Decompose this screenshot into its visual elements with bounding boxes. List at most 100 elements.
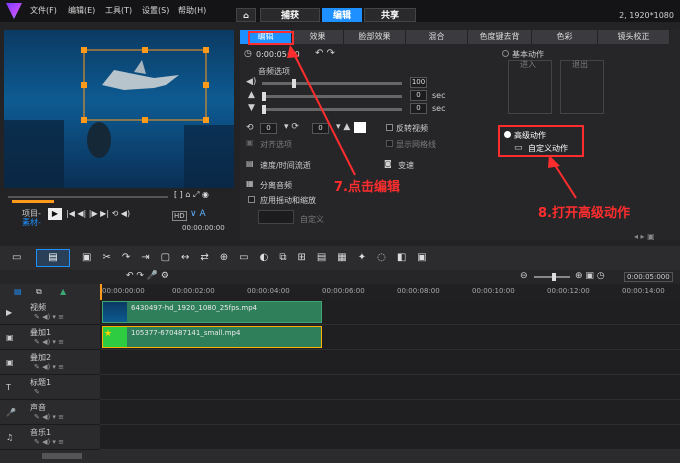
stepper-icon[interactable]: ▾ ⟳ bbox=[284, 122, 299, 132]
rotate-b-input[interactable]: 0 bbox=[312, 123, 329, 134]
trim-markers-icon[interactable]: [ ] ⌂ ⤢ ◉ bbox=[174, 190, 209, 200]
track-controls-icons[interactable]: ✎ ◀) ▾ ≡ bbox=[34, 338, 64, 346]
volume-input[interactable]: 100 bbox=[410, 77, 427, 88]
edit-tools-icons[interactable]: ▣✂↷⇥▢↔⇄⊕▭◐⧉⊞▤▦✦◌◧▣ bbox=[82, 252, 438, 263]
menu-edit[interactable]: 编辑(E) bbox=[68, 5, 95, 16]
trim-range[interactable] bbox=[12, 200, 54, 203]
opt-tab-effect[interactable]: 效果 bbox=[292, 30, 344, 44]
chapter-icon[interactable]: ▲ bbox=[60, 287, 66, 296]
scrub-bar[interactable] bbox=[8, 196, 168, 198]
track-head-overlay1[interactable]: ▣ 叠加1 ✎ ◀) ▾ ≡ bbox=[0, 325, 100, 350]
track-controls-icons[interactable]: ✎ ◀) ▾ ≡ bbox=[34, 313, 64, 321]
rotate-a-input[interactable]: 0 bbox=[260, 123, 277, 134]
track-head-title[interactable]: T 标题1 ✎ bbox=[0, 375, 100, 400]
pan-zoom-checkbox[interactable] bbox=[248, 196, 255, 203]
track-row-overlay1[interactable]: ★ 105377-670487141_small.mp4 bbox=[100, 325, 680, 350]
duration-value[interactable]: 0:00:05:00 bbox=[256, 50, 300, 59]
undo-redo-icons[interactable]: ↶ ↷ 🎤 ⚙ bbox=[126, 271, 169, 281]
track-controls-icons[interactable]: ✎ bbox=[34, 388, 40, 396]
track-controls-icons[interactable]: ✎ ◀) ▾ ≡ bbox=[34, 413, 64, 421]
video-clip[interactable]: 6430497-hd_1920_1080_25fps.mp4 bbox=[102, 301, 322, 323]
resize-handle-tl[interactable] bbox=[81, 47, 87, 53]
zoom-time[interactable]: 0:00:05:000 bbox=[624, 272, 673, 282]
menu-settings[interactable]: 设置(S) bbox=[142, 5, 169, 16]
fade-in-slider[interactable] bbox=[262, 92, 402, 101]
player-timecode[interactable]: 00:00:00:00 bbox=[182, 224, 225, 232]
advanced-motion-radio[interactable] bbox=[504, 131, 511, 138]
track-row-video[interactable]: 6430497-hd_1920_1080_25fps.mp4 bbox=[100, 300, 680, 325]
opt-tab-blend[interactable]: 混合 bbox=[406, 30, 468, 44]
align-label[interactable]: 对齐选项 bbox=[260, 139, 292, 150]
rotate-icon[interactable]: ⟲ bbox=[246, 123, 254, 133]
timeline-scrollbar[interactable] bbox=[0, 450, 680, 463]
resize-handle-tm[interactable] bbox=[142, 47, 148, 53]
opt-tab-lens[interactable]: 镜头校正 bbox=[598, 30, 670, 44]
preview-window[interactable] bbox=[4, 30, 234, 188]
track-controls-icons[interactable]: ✎ ◀) ▾ ≡ bbox=[34, 363, 64, 371]
basic-motion-radio[interactable] bbox=[502, 50, 509, 57]
pan-zoom-preset[interactable] bbox=[258, 210, 294, 224]
overlay-clip[interactable]: ★ 105377-670487141_small.mp4 bbox=[102, 326, 322, 348]
video-track-icon: ▶ bbox=[6, 308, 13, 317]
resize-handle-mr[interactable] bbox=[203, 82, 209, 88]
grid-checkbox[interactable] bbox=[386, 140, 393, 147]
tab-edit[interactable]: 编辑 bbox=[322, 8, 362, 22]
menu-tools[interactable]: 工具(T) bbox=[105, 5, 132, 16]
track-controls-icons[interactable]: ✎ ◀) ▾ ≡ bbox=[34, 438, 64, 446]
speed-button[interactable]: 速度/时间流逝 bbox=[260, 160, 311, 171]
reverse-checkbox[interactable] bbox=[386, 124, 393, 131]
resize-handle-ml[interactable] bbox=[81, 82, 87, 88]
resize-handle-bl[interactable] bbox=[81, 117, 87, 123]
track-row-music[interactable] bbox=[100, 425, 680, 450]
fit-icon[interactable]: ⧉ bbox=[36, 287, 42, 297]
tab-share[interactable]: 共享 bbox=[364, 8, 416, 22]
zoom-out-icon[interactable]: ⊖ bbox=[520, 271, 528, 281]
track-row-overlay2[interactable] bbox=[100, 350, 680, 375]
panel-corner-icons[interactable]: ◂ ▸ ▣ bbox=[634, 232, 655, 241]
undo-icon[interactable]: ↶ ↷ bbox=[315, 48, 335, 59]
fade-in-input[interactable]: 0 bbox=[410, 90, 427, 101]
track-row-voice[interactable] bbox=[100, 400, 680, 425]
color-swatch[interactable] bbox=[354, 122, 366, 133]
custom-button[interactable]: 自定义 bbox=[300, 214, 324, 225]
resize-handle-bm[interactable] bbox=[142, 117, 148, 123]
split-audio-button[interactable]: 分离音频 bbox=[260, 180, 292, 191]
shift-icon: ◙ bbox=[384, 159, 392, 168]
tab-capture[interactable]: 捕获 bbox=[260, 8, 320, 22]
fade-out-input[interactable]: 0 bbox=[410, 103, 427, 114]
fade-out-slider[interactable] bbox=[262, 105, 402, 114]
volume-icon[interactable]: ∨ A bbox=[190, 209, 206, 219]
menu-file[interactable]: 文件(F) bbox=[30, 5, 57, 16]
menu-help[interactable]: 帮助(H) bbox=[178, 5, 206, 16]
track-head-overlay2[interactable]: ▣ 叠加2 ✎ ◀) ▾ ≡ bbox=[0, 350, 100, 375]
track-head-video[interactable]: ▶ 视频 ✎ ◀) ▾ ≡ bbox=[0, 300, 100, 325]
track-header-toolbar: ▤ ⧉ ▲ bbox=[0, 284, 100, 300]
opt-tab-color[interactable]: 色彩 bbox=[532, 30, 598, 44]
timeline-ruler[interactable]: 00:00:00:00 00:00:02:00 00:00:04:00 00:0… bbox=[100, 284, 680, 300]
scroll-thumb[interactable] bbox=[42, 453, 82, 459]
track-manager-icon[interactable]: ▤ bbox=[14, 287, 22, 296]
track-head-voice[interactable]: 🎤 声音 ✎ ◀) ▾ ≡ bbox=[0, 400, 100, 425]
transport-icons[interactable]: |◀ ◀| |▶ ▶| ⟲ ◀) bbox=[66, 209, 130, 218]
volume-slider[interactable] bbox=[262, 79, 402, 88]
timeline-view-icon[interactable]: ▤ bbox=[36, 249, 70, 267]
custom-motion-button[interactable]: 自定义动作 bbox=[528, 143, 568, 154]
opt-tab-face[interactable]: 脸部效果 bbox=[344, 30, 406, 44]
storyboard-view-icon[interactable]: ▭ bbox=[12, 252, 21, 263]
preview-scene bbox=[4, 49, 234, 188]
hd-badge[interactable]: HD bbox=[172, 211, 187, 221]
track-label-overlay1: 叠加1 bbox=[30, 328, 52, 337]
clip-label[interactable]: 素材- bbox=[22, 217, 41, 228]
play-button[interactable]: ▶ bbox=[48, 208, 62, 220]
zoom-in-icon[interactable]: ⊕ ▣ ◷ bbox=[575, 271, 605, 281]
zoom-slider[interactable] bbox=[534, 273, 570, 281]
track-row-title[interactable] bbox=[100, 375, 680, 400]
opt-tab-chroma[interactable]: 色度键去背 bbox=[468, 30, 532, 44]
resize-handle-br[interactable] bbox=[203, 117, 209, 123]
resize-handle-tr[interactable] bbox=[203, 47, 209, 53]
track-head-music[interactable]: ♫ 音乐1 ✎ ◀) ▾ ≡ bbox=[0, 425, 100, 450]
step8-annotation: 8.打开高级动作 bbox=[538, 206, 630, 221]
shift-button[interactable]: 变速 bbox=[398, 160, 414, 171]
home-icon[interactable]: ⌂ bbox=[236, 8, 256, 22]
stepper-b-icon[interactable]: ▾ ▲ bbox=[336, 122, 350, 132]
